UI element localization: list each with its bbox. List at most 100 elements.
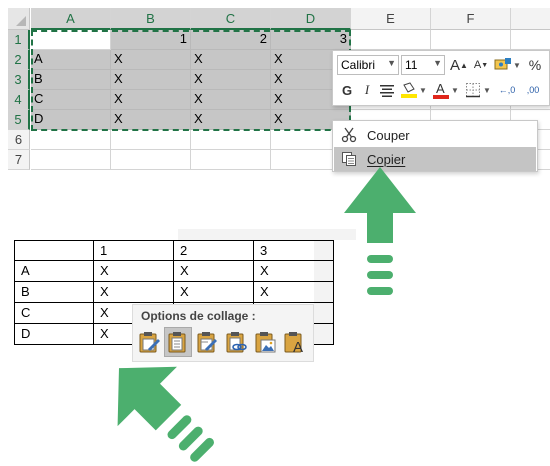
cell-d1[interactable]: 3 xyxy=(271,30,351,50)
italic-button[interactable]: I xyxy=(357,80,377,100)
cell-a4[interactable]: C xyxy=(31,90,111,110)
column-header-g-partial[interactable] xyxy=(511,8,550,30)
font-color-button[interactable]: A xyxy=(431,80,451,100)
table-cell[interactable]: A xyxy=(14,261,94,282)
table-cell[interactable] xyxy=(14,240,94,261)
paste-picture-icon xyxy=(255,332,276,353)
cell-c4[interactable]: X xyxy=(191,90,271,110)
font-size-value: 11 xyxy=(405,58,418,72)
paste-text-only-button[interactable]: A xyxy=(280,327,308,357)
svg-text:A: A xyxy=(436,81,445,96)
row-header-7[interactable]: 7 xyxy=(8,150,30,170)
table-cell[interactable]: X xyxy=(174,261,254,282)
percent-icon: % xyxy=(528,57,542,73)
borders-icon xyxy=(466,83,480,98)
cell-c5[interactable]: X xyxy=(191,110,271,130)
paste-options-panel: Options de collage : A xyxy=(132,304,314,362)
align-center-button[interactable] xyxy=(377,80,397,100)
increase-decimal-icon: ←,0 xyxy=(498,85,516,95)
column-header-c[interactable]: C xyxy=(191,8,271,30)
table-cell[interactable]: C xyxy=(14,303,94,324)
row-header-1[interactable]: 1 xyxy=(8,30,30,50)
column-header-e[interactable]: E xyxy=(351,8,431,30)
column-header-d[interactable]: D xyxy=(271,8,351,30)
table-cell[interactable]: X xyxy=(94,261,174,282)
mini-toolbar: Calibri ▼ 11 ▼ A ▲ A ▼ ▼ % G I ▼ A ▼ ▼ ←… xyxy=(332,50,550,106)
chevron-down-icon[interactable]: ▼ xyxy=(419,80,427,100)
chevron-down-icon: ▼ xyxy=(387,58,396,68)
column-header-f[interactable]: F xyxy=(431,8,511,30)
table-shadow xyxy=(178,229,356,240)
paste-destination-style-button[interactable] xyxy=(164,327,192,357)
scissors-icon xyxy=(334,123,364,147)
grow-font-button[interactable]: A ▲ xyxy=(449,55,469,75)
decrease-decimal-icon: ,00 xyxy=(526,85,540,95)
paste-keep-source-button[interactable] xyxy=(135,327,163,357)
cell-b2[interactable]: X xyxy=(111,50,191,70)
paste-text-only-icon: A xyxy=(284,332,303,354)
row-header-4[interactable]: 4 xyxy=(8,90,30,110)
paste-use-destination-style-icon xyxy=(168,332,186,353)
cell-c2[interactable]: X xyxy=(191,50,271,70)
paint-bucket-icon xyxy=(401,82,417,98)
font-name-combo[interactable]: Calibri ▼ xyxy=(337,55,399,75)
table-cell[interactable]: X xyxy=(174,282,254,303)
table-cell[interactable]: 2 xyxy=(174,240,254,261)
paste-merge-formatting-button[interactable] xyxy=(193,327,221,357)
grow-font-icon: A xyxy=(450,56,461,74)
table-cell[interactable]: X xyxy=(94,282,174,303)
chevron-down-icon[interactable]: ▼ xyxy=(483,80,491,100)
svg-text:A: A xyxy=(293,339,303,354)
borders-button[interactable] xyxy=(463,80,483,100)
arrow-diagonal-icon xyxy=(117,366,214,462)
column-header-b[interactable]: B xyxy=(111,8,191,30)
paste-options-title: Options de collage : xyxy=(141,309,256,323)
cell-b5[interactable]: X xyxy=(111,110,191,130)
table-cell[interactable]: X xyxy=(254,282,334,303)
font-color-icon: A xyxy=(433,81,449,99)
percent-style-button[interactable]: % xyxy=(525,55,545,75)
column-header-a[interactable]: A xyxy=(31,8,111,30)
table-cell[interactable]: X xyxy=(254,261,334,282)
table-cell[interactable]: 3 xyxy=(254,240,334,261)
paste-link-button[interactable] xyxy=(222,327,250,357)
chevron-down-icon[interactable]: ▼ xyxy=(513,55,521,75)
paste-keep-source-formatting-icon xyxy=(139,332,160,353)
font-name-value: Calibri xyxy=(341,58,376,72)
table-cell[interactable]: D xyxy=(14,324,94,345)
row-header-6[interactable]: 6 xyxy=(8,130,30,150)
cell-b4[interactable]: X xyxy=(111,90,191,110)
cell-b3[interactable]: X xyxy=(111,70,191,90)
bold-icon: G xyxy=(341,82,353,98)
cell-a1[interactable] xyxy=(31,30,111,50)
increase-decimal-button[interactable]: ←,0 xyxy=(495,80,519,100)
fill-color-button[interactable] xyxy=(399,80,419,100)
row-header-3[interactable]: 3 xyxy=(8,70,30,90)
shrink-font-button[interactable]: A ▼ xyxy=(471,55,491,75)
cell-b1[interactable]: 1 xyxy=(111,30,191,50)
shrink-font-icon: A xyxy=(473,59,482,71)
menu-item-couper[interactable]: Couper xyxy=(334,123,536,147)
row-header-2[interactable]: 2 xyxy=(8,50,30,70)
cell-c1[interactable]: 2 xyxy=(191,30,271,50)
font-size-combo[interactable]: 11 ▼ xyxy=(401,55,445,75)
empty-cells-bottom[interactable] xyxy=(31,130,351,170)
cell-a5[interactable]: D xyxy=(31,110,111,130)
chevron-down-icon: ▼ xyxy=(433,58,442,68)
cell-c3[interactable]: X xyxy=(191,70,271,90)
table-cell[interactable]: 1 xyxy=(94,240,174,261)
cell-a3[interactable]: B xyxy=(31,70,111,90)
table-cell[interactable]: B xyxy=(14,282,94,303)
menu-item-label: Couper xyxy=(367,127,410,143)
decrease-decimal-button[interactable]: ,00 xyxy=(521,80,545,100)
accounting-format-button[interactable] xyxy=(493,55,513,75)
chevron-down-icon[interactable]: ▼ xyxy=(451,80,459,100)
row-header-5[interactable]: 5 xyxy=(8,110,30,130)
cell-a2[interactable]: A xyxy=(31,50,111,70)
bold-button[interactable]: G xyxy=(337,80,357,100)
align-center-icon xyxy=(380,85,394,97)
paste-link-icon xyxy=(226,332,247,353)
paste-merge-formatting-icon xyxy=(197,332,217,353)
select-all-corner[interactable] xyxy=(8,8,30,30)
paste-picture-button[interactable] xyxy=(251,327,279,357)
